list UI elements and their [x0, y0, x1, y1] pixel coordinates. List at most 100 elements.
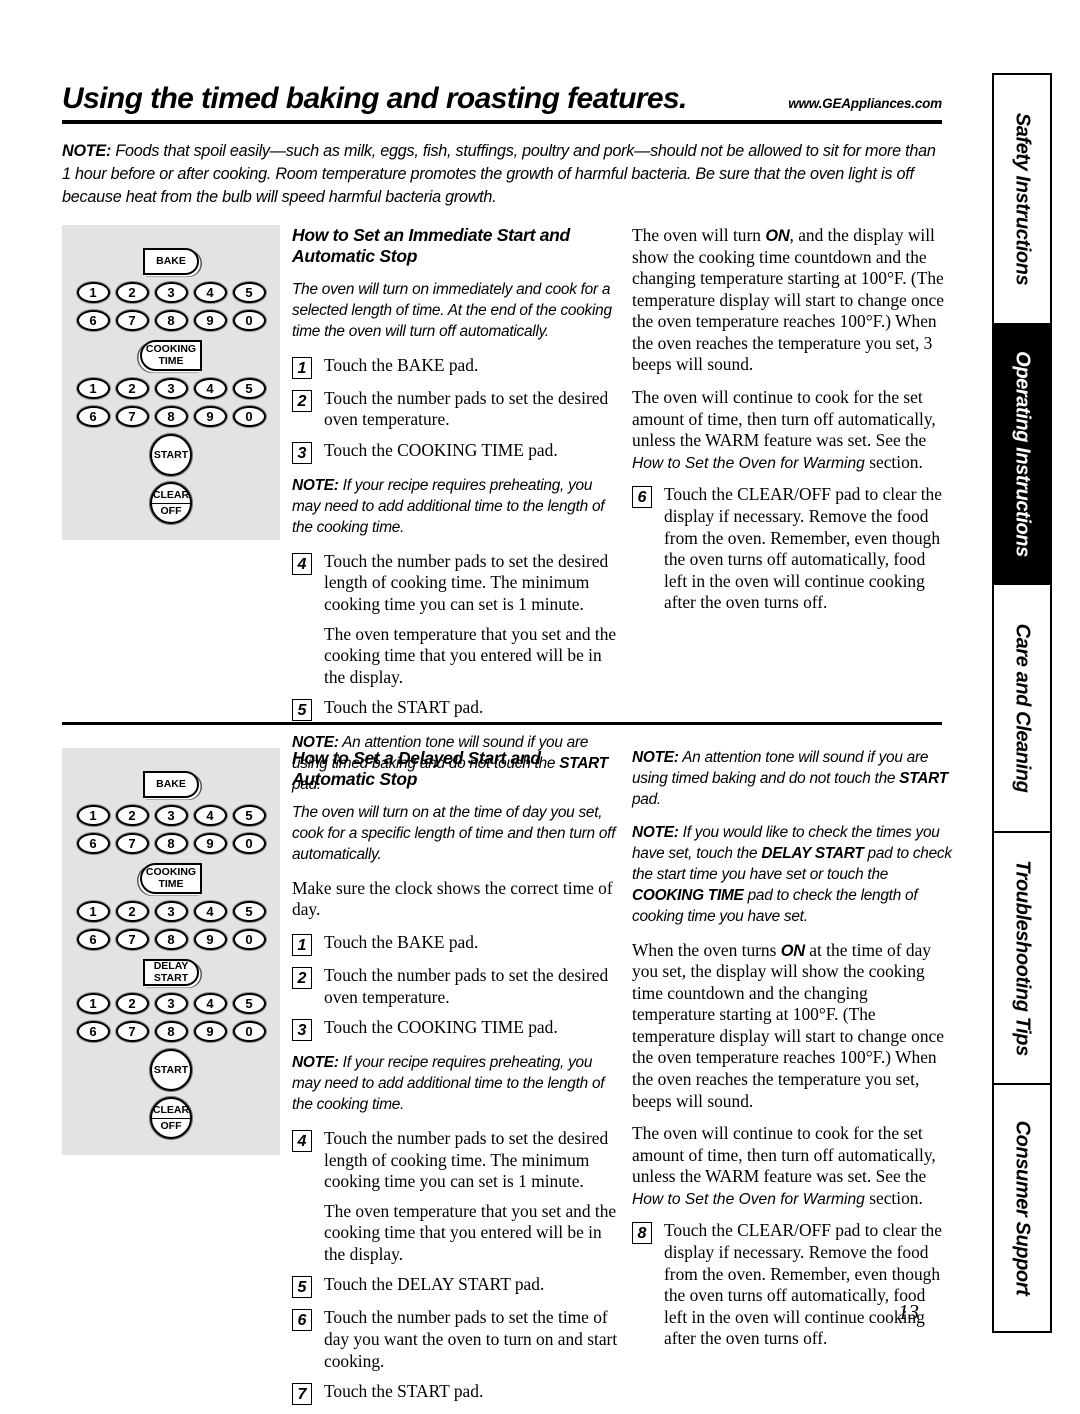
numpad-2[interactable]: 2 — [115, 901, 149, 922]
clear-off-pad[interactable]: CLEAR OFF — [150, 1097, 192, 1139]
numpad-1[interactable]: 1 — [76, 282, 110, 303]
numpad-5[interactable]: 5 — [232, 805, 266, 826]
note-label: NOTE: — [292, 1054, 339, 1072]
sidebar-tab-operating-instructions[interactable]: Operating Instructions — [992, 323, 1052, 585]
numpad-9[interactable]: 9 — [193, 929, 227, 950]
numpad-8[interactable]: 8 — [154, 310, 188, 331]
numpad-4[interactable]: 4 — [193, 901, 227, 922]
step-pad-name: DELAY START — [397, 1274, 511, 1295]
numpad-8[interactable]: 8 — [154, 406, 188, 427]
paragraph-text: The oven will turn — [632, 225, 766, 245]
numpad-4[interactable]: 4 — [193, 993, 227, 1014]
numpad-8[interactable]: 8 — [154, 929, 188, 950]
numpad-0[interactable]: 0 — [232, 833, 266, 854]
sidebar-tab-safety-instructions[interactable]: Safety Instructions — [992, 73, 1052, 325]
numpad-6[interactable]: 6 — [76, 1021, 110, 1042]
numpad-6[interactable]: 6 — [76, 929, 110, 950]
intro-note: NOTE: Foods that spoil easily—such as mi… — [62, 140, 942, 209]
cooking-time-pad[interactable]: COOKING TIME — [140, 340, 202, 371]
on-emphasis: ON — [765, 227, 790, 245]
numpad-9[interactable]: 9 — [193, 833, 227, 854]
note-attention-tone-2: NOTE: An attention tone will sound if yo… — [632, 748, 952, 811]
step-number: 8 — [632, 1222, 652, 1245]
numpad-7[interactable]: 7 — [115, 929, 149, 950]
numpad-6[interactable]: 6 — [76, 833, 110, 854]
step-text: Touch the — [324, 1017, 398, 1038]
numpad-7[interactable]: 7 — [115, 406, 149, 427]
numpad-3[interactable]: 3 — [154, 282, 188, 303]
numpad-5[interactable]: 5 — [232, 901, 266, 922]
step-5: 5 Touch the DELAY START pad. — [292, 1274, 622, 1299]
section2-heading: How to Set a Delayed Start and Automatic… — [292, 748, 541, 789]
numpad-3[interactable]: 3 — [154, 805, 188, 826]
numpad-1[interactable]: 1 — [76, 901, 110, 922]
cooking-time-pad[interactable]: COOKING TIME — [140, 863, 202, 894]
start-pad[interactable]: START — [150, 434, 192, 476]
numpad-8[interactable]: 8 — [154, 833, 188, 854]
numpad-6[interactable]: 6 — [76, 406, 110, 427]
numpad-2[interactable]: 2 — [115, 378, 149, 399]
step-text: Touch the — [664, 1220, 738, 1241]
step-pad-name: START — [397, 697, 450, 718]
sidebar-tab-care-and-cleaning[interactable]: Care and Cleaning — [992, 583, 1052, 833]
numpad-9[interactable]: 9 — [193, 1021, 227, 1042]
note-pad-name-cooking-time: COOKING TIME — [632, 886, 744, 904]
clear-label: CLEAR — [151, 1104, 191, 1119]
numpad-5[interactable]: 5 — [232, 993, 266, 1014]
numpad-2[interactable]: 2 — [115, 282, 149, 303]
delay-start-pad[interactable]: DELAY START — [143, 959, 199, 986]
start-pad[interactable]: START — [150, 1049, 192, 1091]
number-pad-row: 1 2 3 4 5 — [62, 282, 280, 303]
numpad-0[interactable]: 0 — [232, 1021, 266, 1042]
step-number: 2 — [292, 966, 312, 989]
bake-pad[interactable]: BAKE — [143, 771, 199, 798]
section2-clock-note: Make sure the clock shows the correct ti… — [292, 877, 613, 920]
clear-off-pad[interactable]: CLEAR OFF — [150, 482, 192, 524]
numpad-4[interactable]: 4 — [193, 282, 227, 303]
intro-note-text: Foods that spoil easily—such as milk, eg… — [62, 142, 936, 206]
step-text: Touch the — [324, 1381, 398, 1402]
numpad-0[interactable]: 0 — [232, 310, 266, 331]
numpad-0[interactable]: 0 — [232, 406, 266, 427]
numpad-7[interactable]: 7 — [115, 1021, 149, 1042]
numpad-1[interactable]: 1 — [76, 993, 110, 1014]
step-pad-name: BAKE — [397, 354, 445, 375]
numpad-3[interactable]: 3 — [154, 901, 188, 922]
step-text: Touch the number pads to set the desired… — [324, 964, 609, 1007]
note-label: NOTE: — [632, 823, 679, 841]
numpad-2[interactable]: 2 — [115, 805, 149, 826]
numpad-7[interactable]: 7 — [115, 833, 149, 854]
section-tabs-sidebar: Safety Instructions Operating Instructio… — [962, 73, 1080, 1335]
bake-pad[interactable]: BAKE — [143, 248, 199, 275]
number-pad-row: 6 7 8 9 0 — [62, 929, 280, 950]
number-pad-row: 6 7 8 9 0 — [62, 833, 280, 854]
clear-label: CLEAR — [151, 489, 191, 504]
numpad-8[interactable]: 8 — [154, 1021, 188, 1042]
intro-note-label: NOTE: — [62, 142, 112, 160]
numpad-5[interactable]: 5 — [232, 282, 266, 303]
number-pad-row: 6 7 8 9 0 — [62, 1021, 280, 1042]
step-text: Touch the — [324, 931, 398, 952]
numpad-4[interactable]: 4 — [193, 378, 227, 399]
numpad-3[interactable]: 3 — [154, 378, 188, 399]
note-pad-name-delay-start: DELAY START — [761, 844, 864, 862]
numpad-4[interactable]: 4 — [193, 805, 227, 826]
numpad-9[interactable]: 9 — [193, 310, 227, 331]
step-1: 1 Touch the BAKE pad. — [292, 932, 622, 956]
numpad-6[interactable]: 6 — [76, 310, 110, 331]
section1-heading: How to Set an Immediate Start and Automa… — [292, 225, 570, 266]
numpad-0[interactable]: 0 — [232, 929, 266, 950]
numpad-1[interactable]: 1 — [76, 378, 110, 399]
sidebar-tab-consumer-support[interactable]: Consumer Support — [992, 1083, 1052, 1333]
numpad-5[interactable]: 5 — [232, 378, 266, 399]
sidebar-tab-label: Troubleshooting Tips — [1011, 860, 1034, 1056]
numpad-3[interactable]: 3 — [154, 993, 188, 1014]
numpad-7[interactable]: 7 — [115, 310, 149, 331]
step-text: Touch the number pads to set the time of… — [324, 1307, 618, 1371]
numpad-9[interactable]: 9 — [193, 406, 227, 427]
numpad-1[interactable]: 1 — [76, 805, 110, 826]
step-extra-text: The oven temperature that you set and th… — [324, 1200, 617, 1264]
sidebar-tab-troubleshooting-tips[interactable]: Troubleshooting Tips — [992, 831, 1052, 1085]
step-text-end: pad. — [444, 354, 479, 375]
numpad-2[interactable]: 2 — [115, 993, 149, 1014]
